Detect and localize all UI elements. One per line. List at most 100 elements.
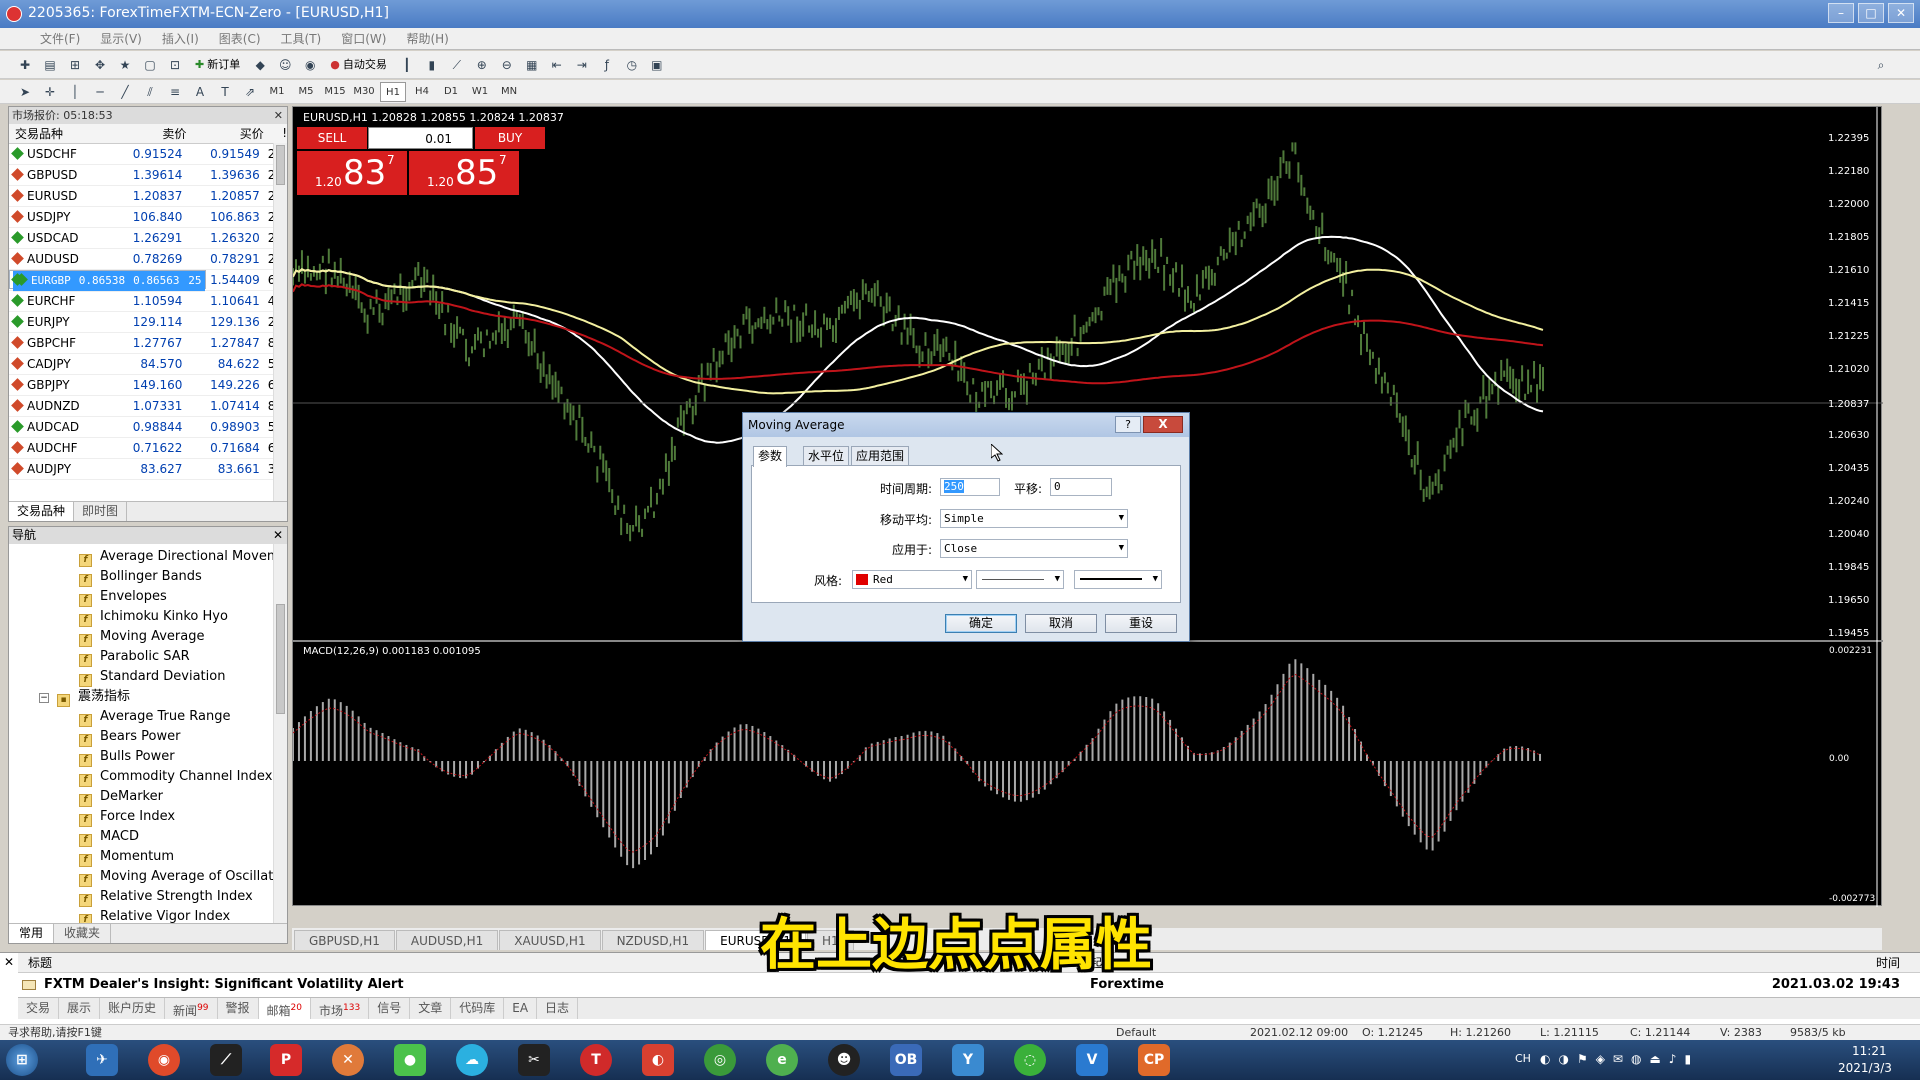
terminal-tab[interactable]: 市场133 <box>311 998 370 1019</box>
qq-icon[interactable]: ☻ <box>828 1044 860 1076</box>
table-row[interactable]: EURUSD1.208371.2085720 <box>9 185 287 207</box>
tile-windows-icon[interactable]: ▦ <box>521 55 543 75</box>
maximize-button[interactable]: □ <box>1858 3 1884 23</box>
browser-icon[interactable]: ◉ <box>148 1044 180 1076</box>
cp-app-icon[interactable]: CP <box>1138 1044 1170 1076</box>
sell-price[interactable]: 1.20 83 7 <box>297 151 407 195</box>
terminal-tab[interactable]: 交易 <box>18 998 60 1019</box>
indicator-item[interactable]: f Bears Power <box>79 727 180 747</box>
window-titlebar[interactable]: 2205365: ForexTimeFXTM-ECN-Zero - [EURUS… <box>0 0 1920 28</box>
indicators-icon[interactable]: ƒ <box>596 55 618 75</box>
table-row[interactable]: GBPJPY149.160149.22666 <box>9 374 287 396</box>
auto-scroll-icon[interactable]: ⇥ <box>571 55 593 75</box>
v-app-icon[interactable]: V <box>1076 1044 1108 1076</box>
help-button[interactable]: ? <box>1115 416 1141 433</box>
market-icon[interactable]: ◉ <box>299 55 321 75</box>
zoom-out-icon[interactable]: ⊖ <box>496 55 518 75</box>
table-row[interactable]: AUDCHF0.716220.7168462 <box>9 437 287 459</box>
menu-help[interactable]: 帮助(H) <box>396 30 458 47</box>
buy-price[interactable]: 1.20 85 7 <box>409 151 519 195</box>
text-icon[interactable]: A <box>189 82 211 102</box>
clock-date[interactable]: 2021/3/3 <box>1838 1061 1892 1075</box>
timeframe-m30[interactable]: M30 <box>351 82 377 102</box>
table-row[interactable]: EURJPY129.114129.13622 <box>9 311 287 333</box>
terminal-tab[interactable]: EA <box>504 998 538 1019</box>
data-window-icon[interactable]: ✥ <box>89 55 111 75</box>
menu-window[interactable]: 窗口(W) <box>331 30 396 47</box>
timeframe-d1[interactable]: D1 <box>438 82 464 102</box>
indicator-item[interactable]: f MACD <box>79 827 139 847</box>
scrollbar-thumb[interactable] <box>276 145 285 185</box>
price-axis[interactable]: 1.22395 1.22180 1.22000 1.21805 1.21610 1.214… <box>1828 107 1878 907</box>
table-row[interactable]: GBPCHF1.277671.2784780 <box>9 332 287 354</box>
trendline-icon[interactable]: ╱ <box>114 82 136 102</box>
menu-file[interactable]: 文件(F) <box>30 30 90 47</box>
terminal-tab[interactable]: 警报 <box>218 998 259 1019</box>
terminal-tab[interactable]: 邮箱20 <box>258 998 311 1019</box>
menu-view[interactable]: 显示(V) <box>90 30 152 47</box>
indicator-item[interactable]: f Moving Average of Oscillato <box>79 867 281 887</box>
channel-icon[interactable]: ⫽ <box>139 82 161 102</box>
close-icon[interactable]: ✕ <box>274 107 283 124</box>
tab-common[interactable]: 常用 <box>9 924 55 943</box>
chrome-icon[interactable]: ◎ <box>704 1044 736 1076</box>
close-icon[interactable]: ✕ <box>273 527 283 544</box>
indicator-item[interactable]: f Relative Strength Index <box>79 887 253 907</box>
tab-symbols[interactable]: 交易品种 <box>9 502 75 521</box>
terminal-tab[interactable]: 账户历史 <box>100 998 166 1019</box>
line-style-select[interactable]: ▼ <box>976 570 1064 589</box>
indicator-item[interactable]: f Envelopes <box>79 587 167 607</box>
timeframe-w1[interactable]: W1 <box>467 82 493 102</box>
metaeditor-icon[interactable]: ◆ <box>249 55 271 75</box>
indicator-item[interactable]: f Force Index <box>79 807 175 827</box>
search-icon[interactable]: ⌕ <box>1870 55 1892 75</box>
timeframe-m5[interactable]: M5 <box>293 82 319 102</box>
tab-levels[interactable]: 水平位 <box>803 446 850 466</box>
table-row[interactable]: AUDUSD0.782690.7829122 <box>9 248 287 270</box>
chart-tab[interactable]: AUDUSD,H1 <box>395 930 499 950</box>
trading-app-icon[interactable]: ⟋ <box>210 1044 242 1076</box>
cloud-app-icon[interactable]: ☁ <box>456 1044 488 1076</box>
indicator-item[interactable]: f Bulls Power <box>79 747 175 767</box>
ok-button[interactable]: 确定 <box>945 614 1017 633</box>
line-chart-icon[interactable]: ⟋ <box>446 55 468 75</box>
table-row[interactable]: EURCHF1.105941.1064147 <box>9 290 287 312</box>
col-ask[interactable]: 买价 <box>186 124 264 144</box>
col-title[interactable]: 标题 <box>28 953 52 973</box>
t-app-icon[interactable]: T <box>580 1044 612 1076</box>
bar-chart-icon[interactable]: ┃ <box>396 55 418 75</box>
apply-to-select[interactable]: Close ▼ <box>940 539 1128 558</box>
table-row[interactable]: EURGBP 0.86538 0.86563 25 <box>9 269 207 292</box>
terminal-tab[interactable]: 新闻99 <box>165 998 218 1019</box>
capcut-icon[interactable]: ✂ <box>518 1044 550 1076</box>
menu-tools[interactable]: 工具(T) <box>271 30 332 47</box>
candlestick-icon[interactable]: ▮ <box>421 55 443 75</box>
tab-parameters[interactable]: 参数 <box>753 446 788 467</box>
col-time[interactable]: 时间 <box>1876 953 1900 973</box>
new-chart-icon[interactable]: ✚ <box>14 55 36 75</box>
fibonacci-icon[interactable]: ≡ <box>164 82 186 102</box>
col-symbol[interactable]: 交易品种 <box>9 124 110 144</box>
terminal-icon[interactable]: ▢ <box>139 55 161 75</box>
indicator-item[interactable]: f Average Directional Moveme <box>79 547 287 567</box>
wechat-icon[interactable]: ◌ <box>1014 1044 1046 1076</box>
ma-method-select[interactable]: Simple ▼ <box>940 509 1128 528</box>
terminal-tab[interactable]: 文章 <box>410 998 452 1019</box>
indicator-item[interactable]: f Ichimoku Kinko Hyo <box>79 607 228 627</box>
language-indicator[interactable]: CH <box>1515 1052 1531 1065</box>
table-row[interactable]: AUDJPY83.62783.66134 <box>9 458 287 480</box>
indicator-item[interactable]: f Momentum <box>79 847 174 867</box>
horizontal-line-icon[interactable]: ─ <box>89 82 111 102</box>
table-row[interactable]: AUDCAD0.988440.9890359 <box>9 416 287 438</box>
chart-shift-icon[interactable]: ⇤ <box>546 55 568 75</box>
col-bid[interactable]: 卖价 <box>109 124 187 144</box>
menu-insert[interactable]: 插入(I) <box>152 30 209 47</box>
table-row[interactable]: USDCAD1.262911.2632029 <box>9 227 287 249</box>
terminal-tab[interactable]: 日志 <box>537 998 579 1019</box>
shift-input[interactable]: 0 <box>1050 478 1112 496</box>
zoom-in-icon[interactable]: ⊕ <box>471 55 493 75</box>
table-row[interactable]: CADJPY84.57084.62252 <box>9 353 287 375</box>
ball-app-icon[interactable]: ✕ <box>332 1044 364 1076</box>
crosshair-icon[interactable]: ✛ <box>39 82 61 102</box>
minimize-button[interactable]: – <box>1828 3 1854 23</box>
